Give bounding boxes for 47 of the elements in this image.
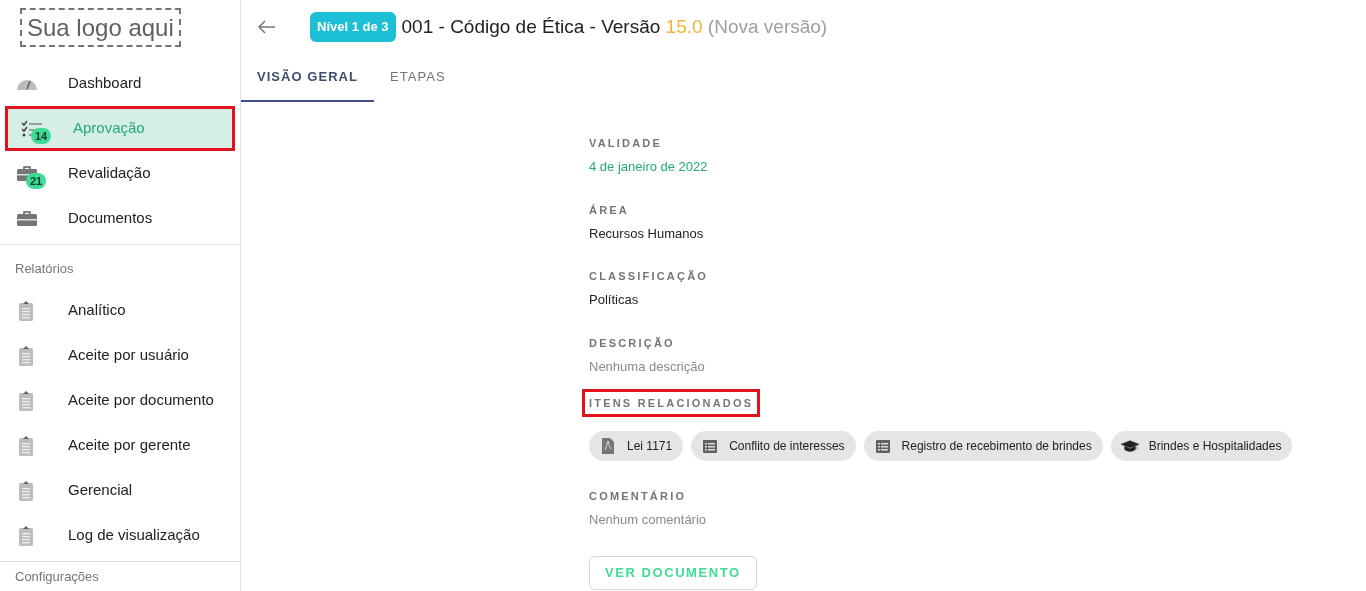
level-badge: Nível 1 de 3 [310,12,396,42]
section-heading: Configurações [15,569,99,584]
nav-item[interactable]: Aceite por usuário [0,333,240,378]
field-label: VALIDADE [589,136,662,151]
pdf-file-icon [599,438,617,454]
field-label: DESCRIÇÃO [589,335,675,351]
related-item-chip[interactable]: Lei 1171 [589,431,684,461]
count-badge: 14 [31,127,52,144]
field-value: Recursos Humanos [589,224,704,243]
field-value: Nenhuma descrição [589,357,705,376]
list-icon [873,439,892,453]
nav-item[interactable]: 21 Revalidação [0,151,240,196]
related-item-chip[interactable]: Conflito de interesses [691,431,856,461]
clipboard-icon [18,479,34,502]
nav-item[interactable]: Log de visualização [0,513,240,558]
nav-item[interactable]: Aceite por gerente [0,423,240,468]
field-value: 4 de janeiro de 2022 [589,158,708,176]
nav-item[interactable]: 14 Aprovação [5,106,235,151]
count-badge: 21 [26,172,47,189]
related-item-chip[interactable]: Brindes e Hospitalidades [1110,431,1293,461]
nav-item[interactable]: Gerencial [0,468,240,513]
back-button[interactable] [258,18,276,36]
field-label: COMENTÁRIO [589,489,687,504]
clipboard-icon [18,299,34,322]
field-label: ITENS RELACIONADOS [589,396,754,411]
back-arrow-icon [258,20,276,34]
nav-item[interactable]: Aceite por documento [0,378,240,423]
field-label: CLASSIFICAÇÃO [589,269,709,284]
logo-text: Sua logo aqui [27,14,174,41]
graduation-cap-icon [1120,439,1139,453]
nav-item[interactable]: Documentos [0,196,240,241]
tab[interactable]: ETAPAS [374,54,462,102]
section-heading: Relatórios [15,261,74,276]
field-value: Nenhum comentário [589,511,707,529]
field-value: Políticas [589,291,639,309]
nav-item[interactable]: Dashboard [0,61,240,106]
list-icon [701,439,720,453]
tab[interactable]: VISÃO GERAL [241,54,374,102]
field-label: ÁREA [589,202,629,218]
clipboard-icon [18,389,34,412]
nav-item[interactable]: Analítico [0,288,240,333]
clipboard-icon [18,524,34,547]
clipboard-icon [18,344,34,367]
clipboard-icon [18,434,34,457]
briefcase-icon [16,210,38,227]
related-item-chip[interactable]: Registro de recebimento de brindes [863,431,1103,461]
page-title: 001 - Código de Ética - Versão 15.0 (Nova versão) [401,14,828,39]
